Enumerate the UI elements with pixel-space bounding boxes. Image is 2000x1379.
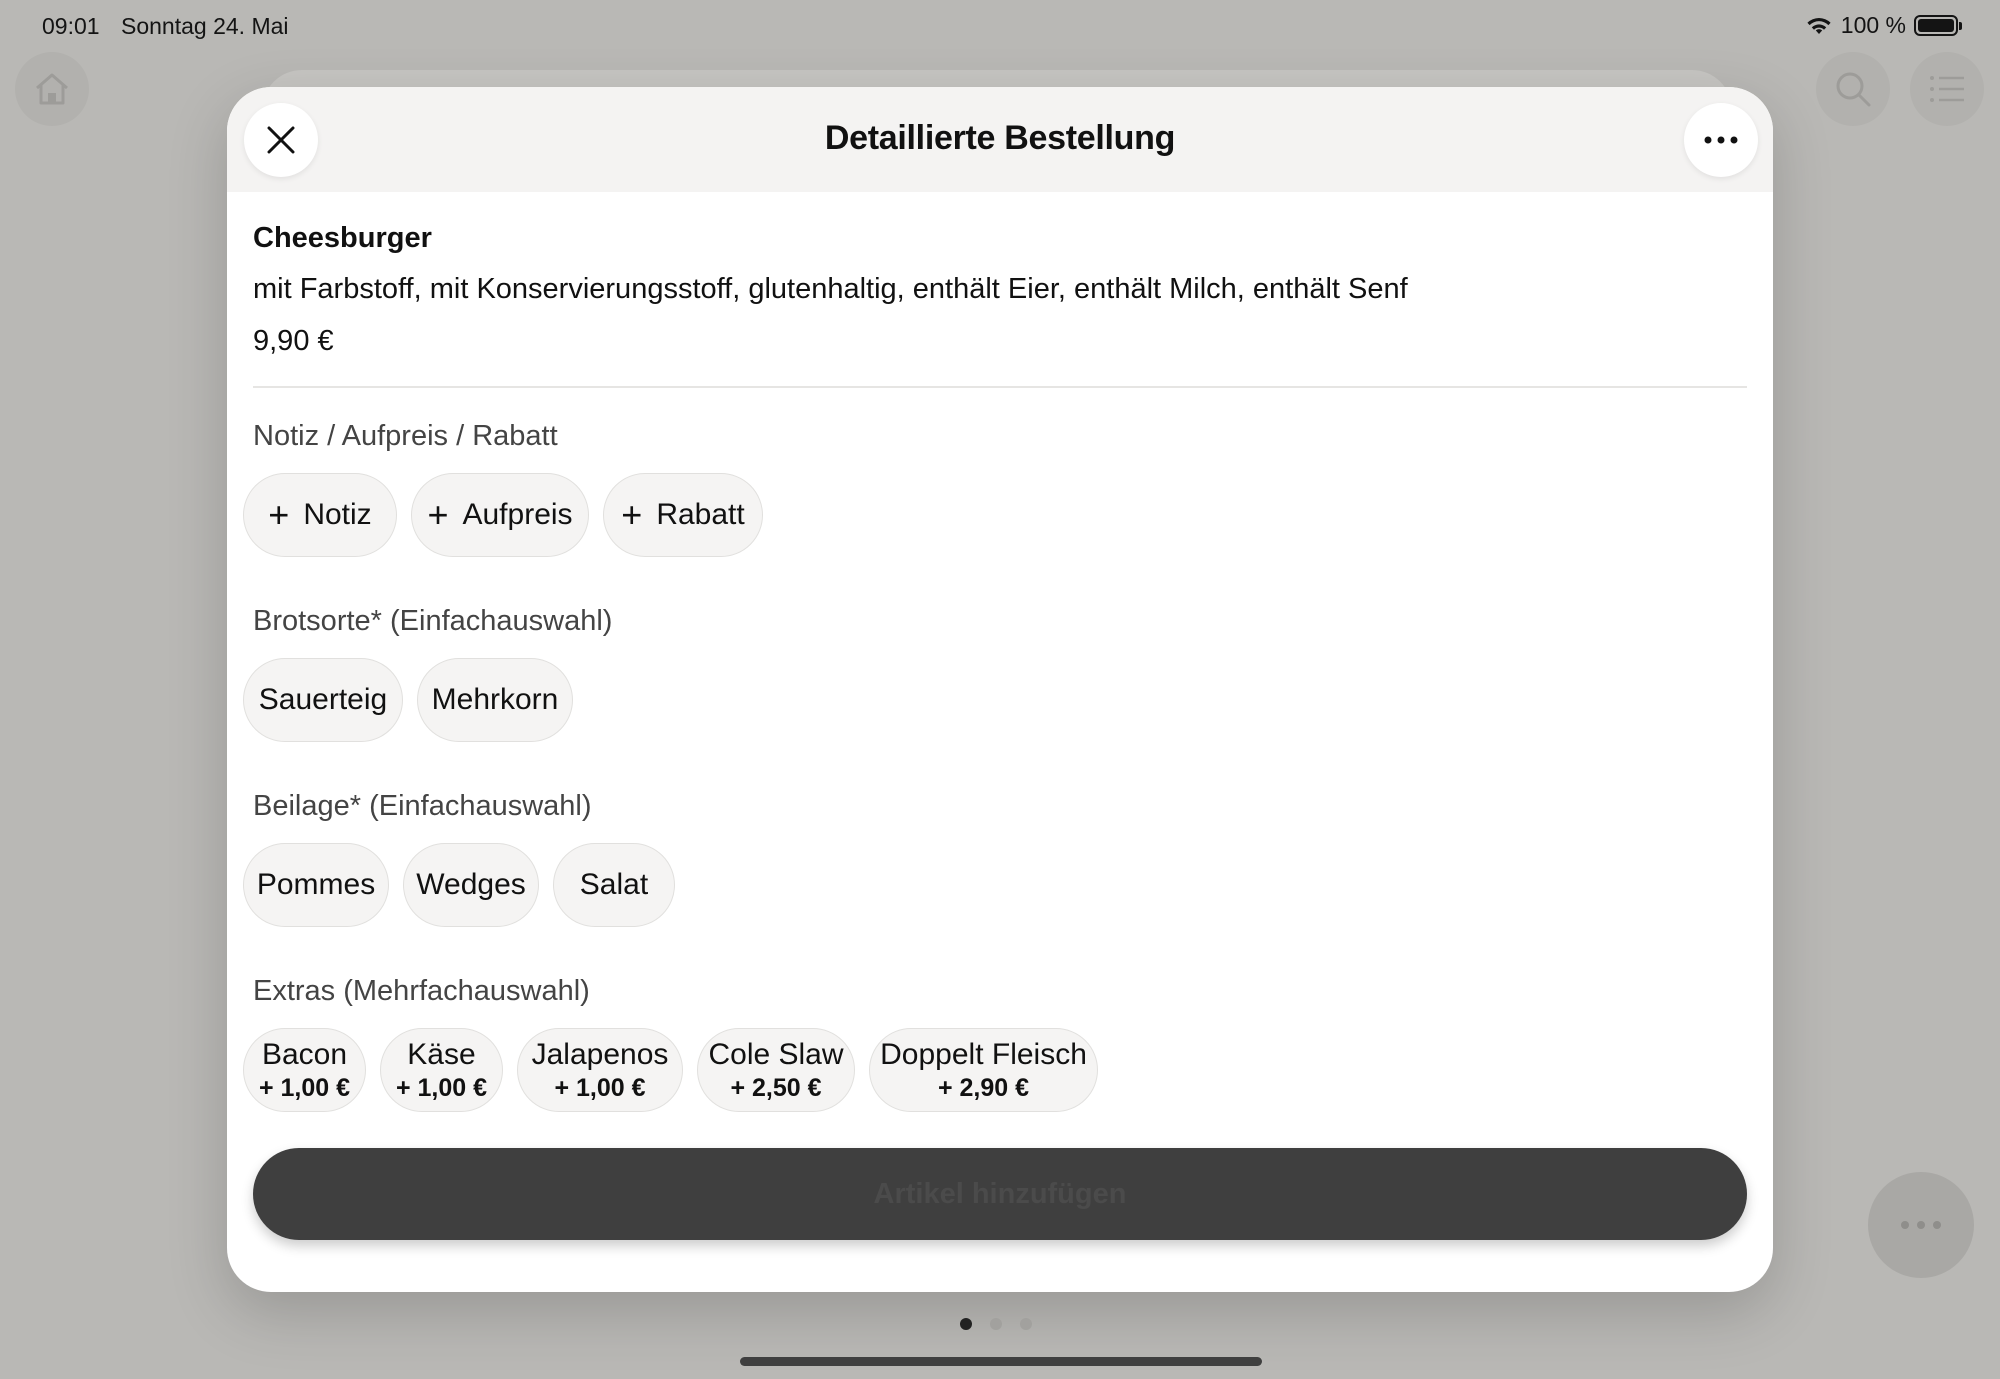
section-label-notes: Notiz / Aufpreis / Rabatt (253, 420, 558, 452)
add-discount-chip[interactable]: + Rabatt (603, 473, 763, 557)
extra-price: + 2,50 € (730, 1073, 822, 1102)
chip-label: Rabatt (656, 498, 745, 531)
modal-title: Detaillierte Bestellung (824, 119, 1176, 157)
ellipsis-icon (1704, 136, 1738, 144)
status-bar: 09:01 Sonntag 24. Mai 100 % (0, 0, 2000, 52)
product-price: 9,90 € (253, 325, 334, 357)
battery-icon (1914, 15, 1962, 36)
extra-price: + 1,00 € (258, 1073, 351, 1102)
extra-option-kaese[interactable]: Käse + 1,00 € (380, 1028, 503, 1112)
status-time: 09:01 (42, 13, 100, 39)
divider (253, 386, 1747, 388)
page-indicator (960, 1318, 1032, 1330)
section-label-bread: Brotsorte* (Einfachauswahl) (253, 605, 613, 637)
extra-option-jalapenos[interactable]: Jalapenos + 1,00 € (517, 1028, 683, 1112)
plus-icon: + (268, 494, 290, 535)
section-label-extras: Extras (Mehrfachauswahl) (253, 975, 590, 1007)
add-item-button[interactable]: Artikel hinzufügen (253, 1148, 1747, 1240)
home-icon (36, 73, 68, 105)
page-dot (990, 1318, 1002, 1330)
more-options-button[interactable] (1684, 103, 1758, 177)
extra-option-cole-slaw[interactable]: Cole Slaw + 2,50 € (697, 1028, 855, 1112)
bread-option-sauerteig[interactable]: Sauerteig (243, 658, 403, 742)
order-detail-modal: Detaillierte Bestellung Cheesburger mit … (227, 87, 1773, 1292)
side-option-wedges[interactable]: Wedges (403, 843, 539, 927)
search-button[interactable] (1816, 52, 1890, 126)
add-surcharge-chip[interactable]: + Aufpreis (411, 473, 589, 557)
notes-chip-row: + Notiz + Aufpreis + Rabatt (243, 473, 763, 557)
modal-header: Detaillierte Bestellung (227, 87, 1773, 192)
page-dot (960, 1318, 972, 1330)
extra-price: + 1,00 € (395, 1073, 488, 1102)
home-button[interactable] (15, 52, 89, 126)
bread-chip-row: Sauerteig Mehrkorn (243, 658, 573, 742)
wifi-icon (1807, 17, 1831, 34)
side-option-salat[interactable]: Salat (553, 843, 675, 927)
extras-chip-row: Bacon + 1,00 € Käse + 1,00 € Jalapenos +… (243, 1028, 1098, 1112)
extra-option-bacon[interactable]: Bacon + 1,00 € (243, 1028, 366, 1112)
bread-option-mehrkorn[interactable]: Mehrkorn (417, 658, 573, 742)
status-right: 100 % (1805, 12, 1962, 39)
ellipsis-icon (1901, 1221, 1941, 1229)
side-chip-row: Pommes Wedges Salat (243, 843, 675, 927)
plus-icon: + (621, 494, 643, 535)
battery-percent: 100 % (1840, 12, 1906, 38)
screen: 09:01 Sonntag 24. Mai 100 % Detaillierte… (0, 0, 2000, 1379)
chip-label: Aufpreis (462, 498, 573, 531)
extra-name: Käse (407, 1037, 476, 1071)
home-indicator (740, 1357, 1262, 1366)
chip-label: Notiz (303, 498, 372, 531)
extra-name: Jalapenos (531, 1037, 669, 1071)
search-icon (1836, 72, 1871, 107)
product-name: Cheesburger (253, 222, 432, 254)
side-option-pommes[interactable]: Pommes (243, 843, 389, 927)
extra-option-doppelt-fleisch[interactable]: Doppelt Fleisch + 2,90 € (869, 1028, 1098, 1112)
product-description: mit Farbstoff, mit Konservierungsstoff, … (253, 273, 1408, 305)
extra-price: + 1,00 € (554, 1073, 646, 1102)
add-note-chip[interactable]: + Notiz (243, 473, 397, 557)
page-dot (1020, 1318, 1032, 1330)
extra-name: Cole Slaw (708, 1037, 844, 1071)
list-icon (1930, 76, 1964, 102)
section-label-side: Beilage* (Einfachauswahl) (253, 790, 592, 822)
extra-name: Doppelt Fleisch (880, 1037, 1087, 1071)
plus-icon: + (427, 494, 449, 535)
extra-price: + 2,90 € (937, 1073, 1030, 1102)
list-button[interactable] (1910, 52, 1984, 126)
status-date: Sonntag 24. Mai (121, 13, 289, 39)
extra-name: Bacon (261, 1037, 348, 1071)
floating-more-button[interactable] (1868, 1172, 1974, 1278)
